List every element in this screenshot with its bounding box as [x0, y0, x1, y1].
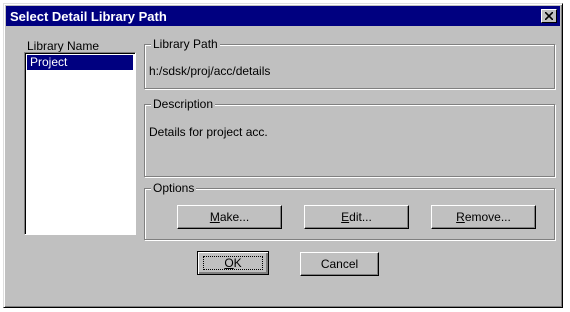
library-name-listbox[interactable]: Project: [24, 52, 136, 235]
remove-button[interactable]: Remove...: [431, 205, 536, 229]
library-name-label: Library Name: [27, 39, 100, 53]
close-icon: [545, 12, 553, 20]
edit-label: dit...: [349, 210, 372, 224]
make-mnemonic: M: [209, 210, 220, 224]
make-label: ake...: [219, 210, 250, 224]
make-button[interactable]: Make...: [177, 205, 282, 229]
options-legend: Options: [151, 181, 197, 195]
edit-button[interactable]: Edit...: [304, 205, 409, 229]
description-legend: Description: [151, 97, 216, 111]
close-button[interactable]: [541, 9, 557, 23]
cancel-label: Cancel: [320, 257, 359, 271]
library-path-value: h:/sdsk/proj/acc/details: [149, 64, 271, 78]
description-group: Description Details for project acc.: [144, 97, 555, 177]
library-path-legend: Library Path: [151, 37, 220, 51]
title-bar[interactable]: Select Detail Library Path: [6, 6, 560, 26]
cancel-button[interactable]: Cancel: [300, 252, 379, 276]
edit-mnemonic: E: [341, 210, 350, 224]
list-item-project[interactable]: Project: [27, 55, 133, 70]
select-detail-library-path-dialog: Select Detail Library Path Library Name …: [3, 3, 563, 308]
ok-button[interactable]: OK: [197, 251, 269, 275]
dialog-title: Select Detail Library Path: [10, 9, 167, 24]
library-path-group: Library Path h:/sdsk/proj/acc/details: [144, 37, 555, 89]
remove-mnemonic: R: [456, 210, 465, 224]
remove-label: emove...: [464, 210, 511, 224]
focus-rectangle: [203, 256, 263, 270]
description-value: Details for project acc.: [149, 125, 268, 139]
